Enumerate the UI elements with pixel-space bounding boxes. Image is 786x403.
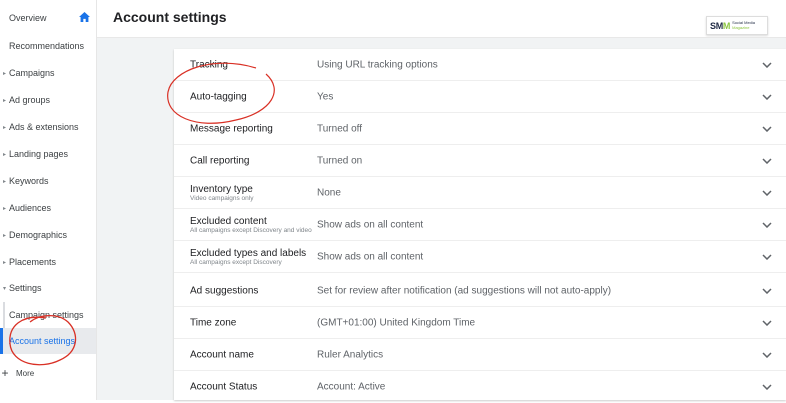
chevron-down-icon[interactable]: [762, 189, 772, 196]
page-title: Account settings: [113, 9, 227, 25]
setting-value: Show ads on all content: [317, 251, 424, 262]
chevron-down-icon[interactable]: [762, 319, 772, 326]
sidebar-item-campaigns[interactable]: ▸ Campaigns: [0, 60, 96, 86]
setting-row-ad-suggestions[interactable]: Ad suggestions Set for review after noti…: [174, 275, 786, 307]
sidebar-item-audiences[interactable]: ▸ Audiences: [0, 195, 96, 221]
caret-right-icon: ▸: [2, 205, 6, 212]
setting-label: Ad suggestions: [190, 285, 259, 296]
chevron-down-icon[interactable]: [762, 384, 772, 390]
caret-right-icon: ▸: [2, 259, 6, 266]
setting-label: Account Status: [190, 381, 258, 393]
chevron-down-icon[interactable]: [762, 93, 772, 100]
setting-value: Show ads on all content: [317, 219, 424, 230]
setting-label: Call reporting: [190, 155, 250, 166]
setting-row-account-name[interactable]: Account name Ruler Analytics: [174, 339, 786, 371]
sidebar-item-label: Landing pages: [9, 149, 69, 159]
sidebar-item-label: Campaign settings: [9, 310, 84, 320]
setting-row-excluded-content[interactable]: Excluded content All campaigns except Dis…: [174, 209, 786, 241]
setting-label: Message reporting: [190, 123, 273, 134]
setting-row-time-zone[interactable]: Time zone (GMT+01:00) United Kingdom Tim…: [174, 307, 786, 339]
account-settings-card: Tracking Using URL tracking options Auto…: [174, 49, 786, 400]
sidebar-item-placements[interactable]: ▸ Placements: [0, 249, 96, 275]
caret-right-icon: ▸: [2, 124, 6, 131]
setting-value: Turned on: [317, 155, 363, 166]
setting-sublabel: All campaigns except Discovery: [190, 258, 282, 266]
setting-label: Auto-tagging: [190, 91, 247, 102]
plus-icon: +: [1, 366, 9, 380]
more-button[interactable]: + More: [0, 363, 34, 383]
setting-value: (GMT+01:00) United Kingdom Time: [317, 317, 476, 328]
setting-value: None: [317, 187, 341, 198]
setting-value: Using URL tracking options: [317, 59, 438, 70]
sidebar-item-label: Ad groups: [9, 95, 51, 105]
caret-right-icon: ▸: [2, 97, 6, 104]
setting-value: Ruler Analytics: [317, 349, 384, 360]
setting-row-message-reporting[interactable]: Message reporting Turned off: [174, 113, 786, 145]
setting-value: Account: Active: [317, 381, 386, 393]
sidebar-item-demographics[interactable]: ▸ Demographics: [0, 222, 96, 248]
setting-row-inventory-type[interactable]: Inventory type Video campaigns only None: [174, 177, 786, 209]
chevron-down-icon[interactable]: [762, 221, 772, 228]
setting-sublabel: All campaigns except Discovery and video: [190, 226, 312, 234]
sidebar-item-label: Settings: [9, 283, 42, 293]
setting-row-excluded-types-labels[interactable]: Excluded types and labels All campaigns e…: [174, 241, 786, 273]
sidebar-item-recommendations[interactable]: Recommendations: [0, 33, 96, 59]
sidebar-item-label: Overview: [9, 13, 47, 23]
chevron-down-icon[interactable]: [762, 157, 772, 164]
setting-label: Excluded content All campaigns except Dis…: [190, 215, 312, 234]
sidebar-item-label: Account settings: [9, 336, 76, 346]
setting-value: Set for review after notification (ad su…: [317, 285, 612, 296]
sidebar-item-label: Demographics: [9, 230, 68, 240]
setting-row-tracking[interactable]: Tracking Using URL tracking options: [174, 49, 786, 81]
caret-right-icon: ▸: [2, 70, 6, 77]
setting-label: Account name: [190, 349, 254, 360]
setting-value: Yes: [317, 91, 334, 102]
setting-row-call-reporting[interactable]: Call reporting Turned on: [174, 145, 786, 177]
caret-right-icon: ▸: [2, 151, 6, 158]
setting-value: Turned off: [317, 123, 363, 134]
more-label: More: [16, 368, 35, 378]
sidebar-item-landing-pages[interactable]: ▸ Landing pages: [0, 141, 96, 167]
setting-label: Tracking: [190, 59, 228, 70]
sidebar-item-ad-groups[interactable]: ▸ Ad groups: [0, 87, 96, 113]
caret-right-icon: ▸: [2, 178, 6, 185]
logo-text: Social Media Magazine: [732, 20, 756, 30]
setting-label: Inventory type Video campaigns only: [190, 183, 254, 202]
sidebar-item-label: Audiences: [9, 203, 52, 213]
sidebar-item-label: Placements: [9, 257, 57, 267]
sidebar-item-campaign-settings[interactable]: Campaign settings: [0, 302, 96, 328]
chevron-down-icon[interactable]: [762, 351, 772, 358]
sidebar-item-settings[interactable]: ▾ Settings: [0, 275, 96, 301]
sidebar-item-label: Ads & extensions: [9, 122, 79, 132]
sidebar-item-label: Recommendations: [9, 41, 85, 51]
chevron-down-icon[interactable]: [762, 287, 772, 294]
sidebar-item-keywords[interactable]: ▸ Keywords: [0, 168, 96, 194]
caret-right-icon: ▸: [2, 232, 6, 239]
setting-row-account-status[interactable]: Account Status Account: Active: [174, 371, 786, 403]
sidebar: Overview Recommendations ▸ Campaigns ▸ A…: [0, 0, 97, 400]
setting-label: Excluded types and labels All campaigns e…: [190, 247, 307, 266]
home-icon[interactable]: [79, 12, 90, 22]
chevron-down-icon[interactable]: [762, 125, 772, 132]
sidebar-item-label: Keywords: [9, 176, 49, 186]
setting-row-auto-tagging[interactable]: Auto-tagging Yes: [174, 81, 786, 113]
caret-down-icon: ▾: [2, 285, 6, 292]
sidebar-item-account-settings[interactable]: Account settings: [0, 328, 96, 354]
sidebar-item-ads-extensions[interactable]: ▸ Ads & extensions: [0, 114, 96, 140]
chevron-down-icon[interactable]: [762, 61, 772, 68]
setting-sublabel: Video campaigns only: [190, 194, 254, 202]
setting-label: Time zone: [190, 317, 237, 328]
sidebar-item-label: Campaigns: [9, 68, 55, 78]
logo-mark: SMM: [710, 20, 731, 31]
chevron-down-icon[interactable]: [762, 253, 772, 260]
social-media-magazine-logo: SMM Social Media Magazine: [706, 16, 768, 35]
